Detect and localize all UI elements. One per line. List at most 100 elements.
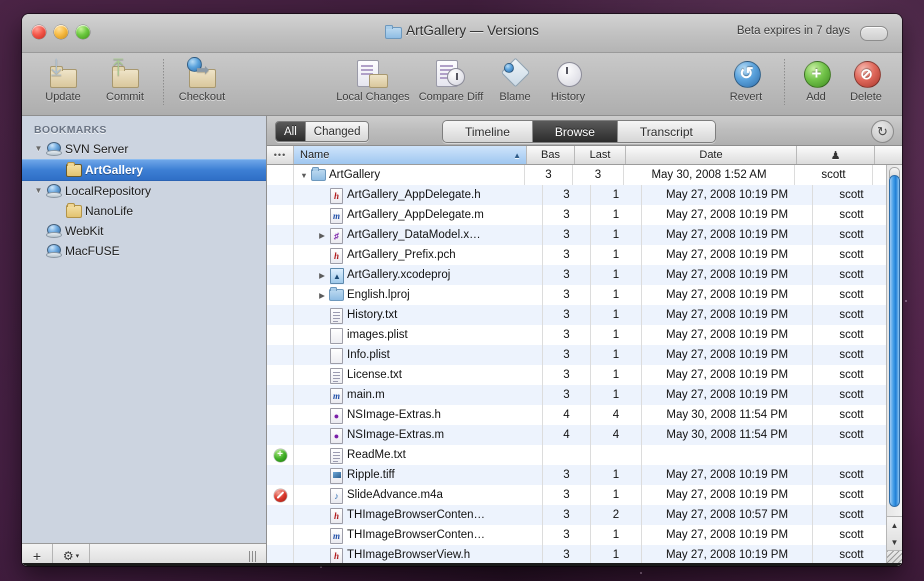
cell-base: 3 (543, 505, 591, 525)
scrollbar-arrows[interactable]: ▲ ▼ (887, 516, 902, 551)
delete-button[interactable]: ⊘ Delete (840, 57, 892, 103)
filter-bar: All Changed Timeline Browse Transcript ↻ (267, 116, 902, 146)
cell-date: May 27, 2008 10:19 PM (642, 205, 813, 225)
table-row[interactable]: License.txt 3 1 May 27, 2008 10:19 PM scott (267, 365, 902, 385)
user-value: scott (839, 269, 864, 281)
table-row[interactable]: h ArtGallery_Prefix.pch 3 1 May 27, 2008 10:… (267, 245, 902, 265)
column-header-status[interactable]: ••• (267, 146, 294, 164)
header-file-icon: h (328, 188, 344, 204)
commit-button[interactable]: ⤒ Commit (94, 56, 156, 104)
main-toolbar: ⤓ Update ⤒ Commit ➡ Checkout Local Chang… (22, 53, 902, 116)
scrollbar-thumb[interactable] (889, 175, 900, 507)
history-button[interactable]: History (540, 57, 596, 103)
table-row[interactable]: ♪ SlideAdvance.m4a 3 1 May 27, 2008 10:19 PM… (267, 485, 902, 505)
table-row[interactable]: h ArtGallery_AppDelegate.h 3 1 May 27, 2008 … (267, 185, 902, 205)
user-value: scott (839, 409, 864, 421)
sidebar-item-artgallery[interactable]: ArtGallery (22, 159, 266, 181)
table-row[interactable]: ▼ ArtGallery 3 3 May 30, 2008 1:52 AM scott (267, 165, 902, 185)
cell-base: 4 (543, 425, 591, 445)
table-row[interactable]: m main.m 3 1 May 27, 2008 10:19 PM scott (267, 385, 902, 405)
scroll-down-icon[interactable]: ▼ (891, 538, 899, 547)
cell-user: scott (813, 505, 891, 525)
blame-button[interactable]: Blame (490, 57, 540, 103)
cell-status (267, 165, 294, 185)
column-header-extra1[interactable] (875, 146, 902, 164)
file-name-label: THImageBrowserConten… (347, 529, 486, 541)
vertical-scrollbar[interactable]: ▲ ▼ (886, 165, 902, 566)
objc-file-icon: m (328, 388, 344, 404)
cell-user: scott (813, 325, 891, 345)
last-value: 1 (612, 229, 620, 241)
table-row[interactable]: images.plist 3 1 May 27, 2008 10:19 PM scott (267, 325, 902, 345)
sidebar-rows: ▼ SVN Server ArtGallery ▼ LocalRepository Nan… (22, 139, 266, 261)
sidebar-item-macfuse[interactable]: MacFUSE (22, 241, 266, 261)
cell-date: May 27, 2008 10:19 PM (642, 305, 813, 325)
compare-diff-button[interactable]: Compare Diff (412, 57, 490, 103)
filter-tab-changed[interactable]: Changed (305, 122, 369, 141)
last-value: 1 (612, 309, 620, 321)
table-row[interactable]: Info.plist 3 1 May 27, 2008 10:19 PM scott (267, 345, 902, 365)
column-header-last[interactable]: Last (575, 146, 626, 164)
server-icon (45, 142, 62, 156)
base-value: 3 (563, 309, 570, 321)
column-header-base[interactable]: Bas (527, 146, 575, 164)
folder-icon (310, 167, 326, 182)
table-row[interactable]: History.txt 3 1 May 27, 2008 10:19 PM scott (267, 305, 902, 325)
table-row[interactable]: ● NSImage-Extras.h 4 4 May 30, 2008 11:54 PM… (267, 405, 902, 425)
table-row[interactable]: h THImageBrowserConten… 3 2 May 27, 2008 10:… (267, 505, 902, 525)
base-value: 3 (563, 349, 570, 361)
scroll-up-icon[interactable]: ▲ (891, 521, 899, 530)
disclosure-triangle-icon[interactable]: ▶ (316, 231, 328, 240)
cell-status (267, 325, 294, 345)
cell-base (543, 445, 591, 465)
cell-name: License.txt (294, 365, 543, 385)
checkout-button[interactable]: ➡ Checkout (171, 57, 233, 103)
table-row[interactable]: + ReadMe.txt (267, 445, 902, 465)
table-row[interactable]: ● NSImage-Extras.m 4 4 May 30, 2008 11:54 PM… (267, 425, 902, 445)
window-titlebar[interactable]: ArtGallery — Versions Beta expires in 7 … (22, 14, 902, 53)
table-row[interactable]: m THImageBrowserConten… 3 1 May 27, 2008 10:… (267, 525, 902, 545)
last-value: 1 (612, 189, 620, 201)
cell-last: 1 (591, 365, 642, 385)
sidebar-item-svn-server[interactable]: ▼ SVN Server (22, 139, 266, 159)
cell-name: History.txt (294, 305, 543, 325)
filter-tab-all[interactable]: All (276, 122, 306, 141)
sidebar-item-label: MacFUSE (65, 244, 120, 258)
tab-transcript[interactable]: Transcript (617, 121, 715, 142)
table-row[interactable]: Ripple.tiff 3 1 May 27, 2008 10:19 PM scott (267, 465, 902, 485)
table-row[interactable]: h THImageBrowserView.h 3 1 May 27, 2008 10:1… (267, 545, 902, 565)
sidebar-item-nanolife[interactable]: NanoLife (22, 201, 266, 221)
revert-button[interactable]: ↺ Revert (715, 57, 777, 103)
toolbar-toggle-button[interactable] (860, 26, 888, 41)
cell-base: 3 (543, 225, 591, 245)
tab-browse[interactable]: Browse (532, 121, 618, 142)
tab-timeline[interactable]: Timeline (443, 121, 533, 142)
sidebar-resize-grip[interactable] (249, 551, 258, 562)
disclosure-triangle-icon[interactable]: ▼ (32, 145, 45, 153)
table-row[interactable]: ▶ English.lproj 3 1 May 27, 2008 10:19 PM sco… (267, 285, 902, 305)
date-value: May 27, 2008 10:19 PM (665, 489, 789, 501)
table-row[interactable]: ▶ ▲ ArtGallery.xcodeproj 3 1 May 27, 2008 10:… (267, 265, 902, 285)
date-value: May 27, 2008 10:19 PM (665, 529, 789, 541)
column-header-date[interactable]: Date (626, 146, 797, 164)
cell-base: 3 (543, 265, 591, 285)
column-header-user[interactable]: ♟ (797, 146, 875, 164)
disclosure-triangle-icon[interactable]: ▼ (298, 171, 310, 180)
last-value: 1 (612, 549, 620, 561)
refresh-icon[interactable]: ↻ (871, 120, 894, 143)
update-button[interactable]: ⤓ Update (32, 56, 94, 104)
sidebar: BOOKMARKS ▼ SVN Server ArtGallery ▼ LocalRep… (22, 116, 267, 566)
local-changes-button[interactable]: Local Changes (334, 57, 412, 103)
disclosure-triangle-icon[interactable]: ▼ (32, 187, 45, 195)
column-header-name[interactable]: Name ▲ (294, 146, 527, 164)
history-icon (551, 57, 585, 90)
sidebar-item-webkit[interactable]: WebKit (22, 221, 266, 241)
disclosure-triangle-icon[interactable]: ▶ (316, 271, 328, 280)
table-row[interactable]: m ArtGallery_AppDelegate.m 3 1 May 27, 2008 … (267, 205, 902, 225)
disclosure-triangle-icon[interactable]: ▶ (316, 291, 328, 300)
table-row[interactable]: ▶ ♯ ArtGallery_DataModel.x… 3 1 May 27, 2008 … (267, 225, 902, 245)
base-value: 3 (563, 369, 570, 381)
sidebar-item-localrepository[interactable]: ▼ LocalRepository (22, 181, 266, 201)
add-button[interactable]: + Add (792, 57, 840, 103)
last-value: 1 (612, 269, 620, 281)
